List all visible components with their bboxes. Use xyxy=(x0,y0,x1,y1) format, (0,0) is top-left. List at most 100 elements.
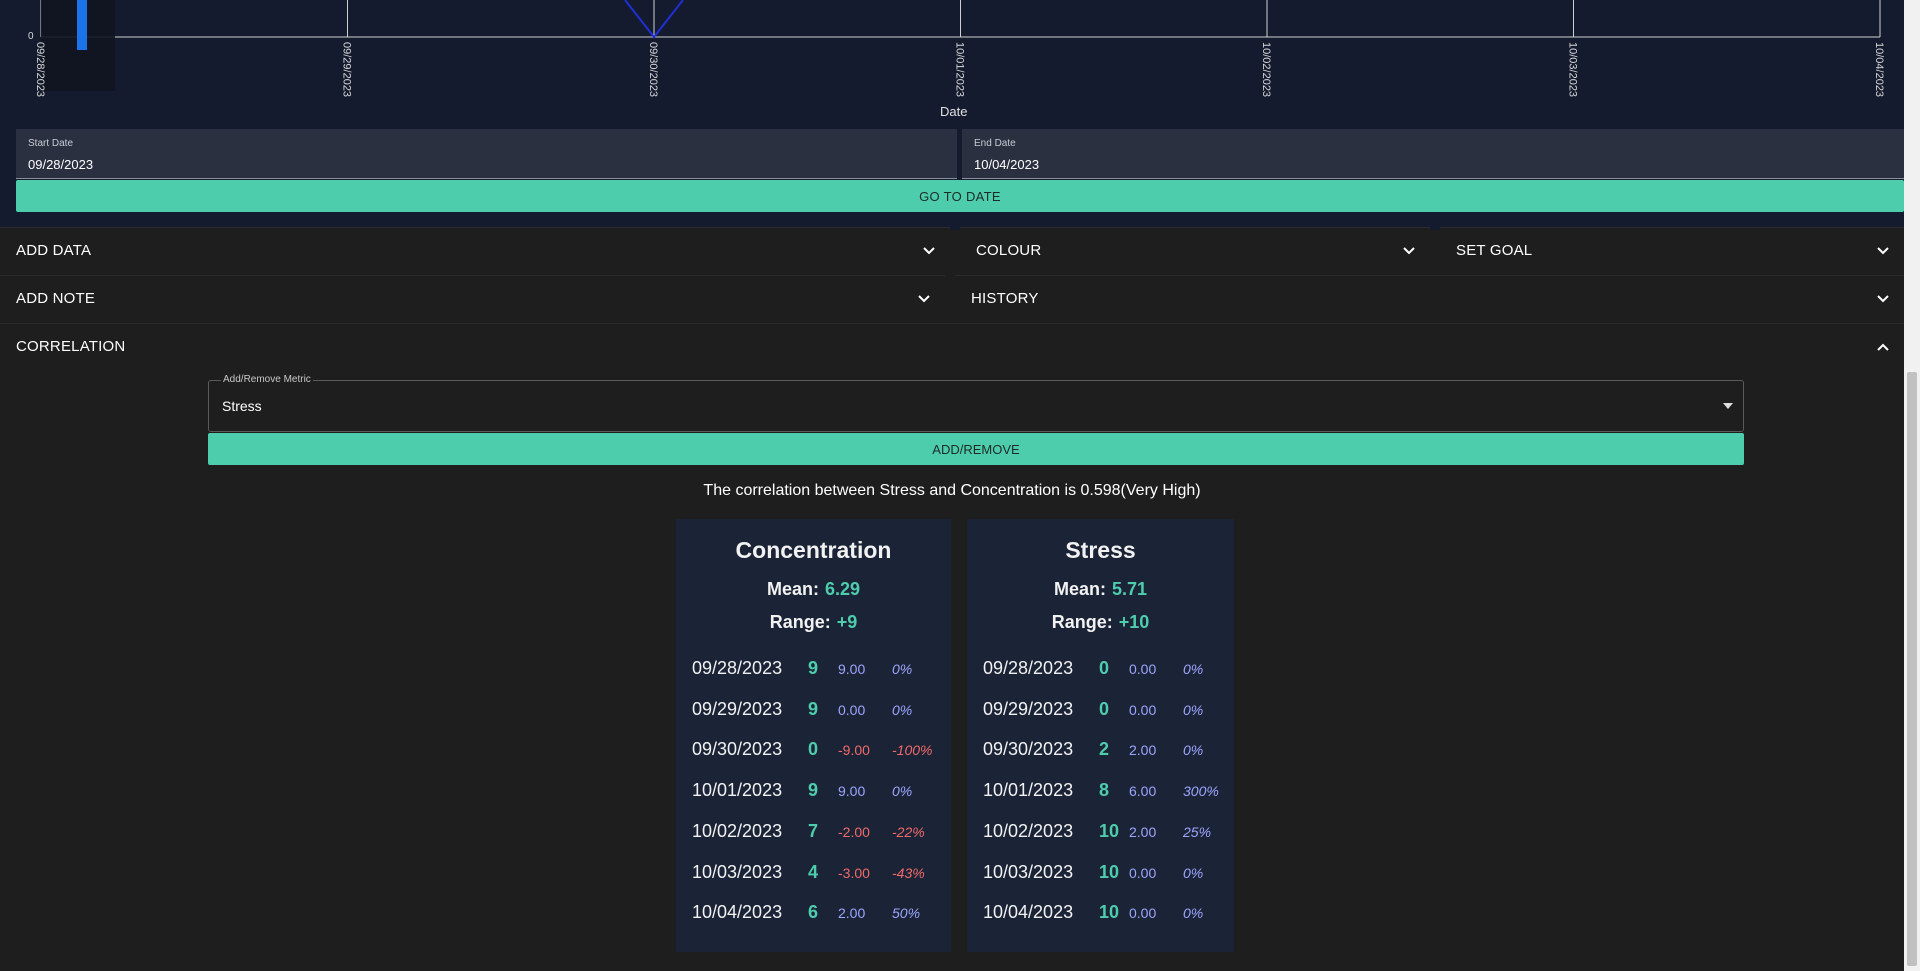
row-percent: -43% xyxy=(892,864,925,881)
row-percent: 0% xyxy=(1183,742,1204,759)
card-range: Range: +9 xyxy=(676,612,951,633)
row-percent: -22% xyxy=(892,823,925,840)
row-date: 09/28/2023 xyxy=(692,658,783,678)
row-date: 09/29/2023 xyxy=(692,698,783,719)
row-value: 7 xyxy=(808,820,819,841)
table-row: 10/01/2023 8 6.00 300% xyxy=(983,780,1219,810)
start-date-value[interactable]: 09/28/2023 xyxy=(28,157,93,172)
row-percent: 300% xyxy=(1183,783,1219,800)
row-change: -3.00 xyxy=(838,864,870,881)
x-tick-label: 09/29/2023 xyxy=(340,42,353,98)
row-value: 4 xyxy=(808,861,819,882)
table-row: 09/30/2023 0 -9.00 -100% xyxy=(692,739,932,769)
chevron-down-icon xyxy=(1876,244,1890,258)
row-date: 10/04/2023 xyxy=(983,902,1074,923)
card-mean: Mean: 6.29 xyxy=(676,579,951,600)
metric-select-value[interactable]: Stress xyxy=(222,398,262,414)
table-row: 09/28/2023 0 0.00 0% xyxy=(983,658,1203,688)
row-percent: 0% xyxy=(1183,864,1204,881)
row-change: -9.00 xyxy=(838,742,870,759)
row-value: 9 xyxy=(808,780,819,801)
table-row: 09/30/2023 2 2.00 0% xyxy=(983,739,1203,769)
row-percent: 25% xyxy=(1183,823,1212,840)
table-row: 10/03/2023 10 0.00 0% xyxy=(983,862,1203,892)
metric-select-label: Add/Remove Metric xyxy=(221,374,313,385)
metric-select[interactable]: Add/Remove Metric Stress xyxy=(208,374,1744,432)
row-percent: 50% xyxy=(892,905,921,922)
accordion-add-note[interactable]: ADD NOTE xyxy=(0,275,945,321)
row-date: 10/03/2023 xyxy=(983,861,1074,882)
chevron-down-icon xyxy=(922,244,936,258)
table-row: 10/03/2023 4 -3.00 -43% xyxy=(692,862,925,892)
end-date-value[interactable]: 10/04/2023 xyxy=(974,157,1039,172)
correlation-summary: The correlation between Stress and Conce… xyxy=(703,482,1201,499)
add-remove-button[interactable]: ADD/REMOVE xyxy=(208,433,1744,465)
accordion-set-goal[interactable]: SET GOAL xyxy=(1440,227,1904,273)
scrollbar-thumb[interactable] xyxy=(1907,372,1917,966)
accordion-add-note-title: ADD NOTE xyxy=(16,290,96,307)
row-percent: 0% xyxy=(892,783,913,800)
x-tick-label: 10/04/2023 xyxy=(1873,42,1885,98)
row-date: 10/01/2023 xyxy=(692,780,783,801)
row-change: 0.00 xyxy=(1129,701,1157,718)
row-date: 09/28/2023 xyxy=(983,658,1074,678)
row-change: 0.00 xyxy=(1129,864,1157,881)
start-date-label: Start Date xyxy=(28,138,74,149)
row-change: 0.00 xyxy=(1129,905,1157,922)
go-to-date-button[interactable]: GO TO DATE xyxy=(16,180,1904,212)
row-change: 6.00 xyxy=(1129,783,1157,800)
row-percent: 0% xyxy=(892,701,913,718)
mean-value: 5.71 xyxy=(1111,579,1148,599)
table-row: 10/02/2023 10 2.00 25% xyxy=(983,821,1211,851)
row-percent: 0% xyxy=(1183,661,1204,677)
row-change: 2.00 xyxy=(838,905,866,922)
row-date: 09/30/2023 xyxy=(983,739,1074,760)
chevron-up-icon xyxy=(1876,340,1890,354)
chart-area: 0 09/28/2023 09/29/2023 09/30/2023 10/01/20… xyxy=(0,0,1904,127)
chevron-down-icon xyxy=(917,292,931,306)
end-date-field[interactable]: End Date 10/04/2023 xyxy=(962,129,1904,179)
row-value: 9 xyxy=(808,698,819,719)
row-value: 8 xyxy=(1099,780,1110,801)
x-tick-label: 10/03/2023 xyxy=(1566,42,1579,98)
x-tick-label: 10/02/2023 xyxy=(1260,42,1272,98)
table-row: 09/29/2023 9 0.00 0% xyxy=(692,699,912,729)
mean-label: Mean: xyxy=(766,579,819,599)
start-date-field[interactable]: Start Date 09/28/2023 xyxy=(16,129,957,179)
row-change: 0.00 xyxy=(838,701,866,718)
card-title: Concentration xyxy=(735,537,892,563)
caret-down-icon[interactable] xyxy=(1723,403,1733,409)
row-change: 0.00 xyxy=(1129,661,1157,677)
end-date-label: End Date xyxy=(974,138,1016,149)
accordion-colour[interactable]: COLOUR xyxy=(960,227,1430,273)
row-value: 9 xyxy=(808,658,819,678)
row-date: 10/02/2023 xyxy=(983,820,1074,841)
y-axis-zero-label: 0 xyxy=(28,31,34,42)
page-scrollbar[interactable] xyxy=(1904,0,1920,971)
row-date: 10/01/2023 xyxy=(983,780,1074,801)
card-range: Range: +10 xyxy=(967,612,1234,633)
range-value: +10 xyxy=(1118,612,1150,632)
accordion-history[interactable]: HISTORY xyxy=(955,275,1904,321)
x-tick-label: 09/30/2023 xyxy=(647,42,659,98)
chevron-down-icon xyxy=(1876,292,1890,306)
mean-value: 6.29 xyxy=(824,579,861,599)
metric-card-concentration: Concentration Mean: 6.29 Range: +9 09/28/2… xyxy=(676,519,951,952)
table-row: 10/04/2023 10 0.00 0% xyxy=(983,902,1203,932)
table-row: 09/29/2023 0 0.00 0% xyxy=(983,699,1203,729)
card-mean: Mean: 5.71 xyxy=(967,579,1234,600)
accordion-set-goal-title: SET GOAL xyxy=(1456,242,1533,259)
x-tick-label: 09/28/2023 xyxy=(34,42,46,98)
row-percent: 0% xyxy=(1183,701,1204,718)
row-value: 0 xyxy=(808,739,819,760)
accordion-colour-title: COLOUR xyxy=(976,242,1042,259)
table-row: 10/02/2023 7 -2.00 -22% xyxy=(692,821,925,851)
accordion-correlation[interactable]: CORRELATION xyxy=(0,323,1904,369)
accordion-add-data[interactable]: ADD DATA xyxy=(0,227,950,273)
row-value: 0 xyxy=(1099,658,1110,678)
row-value: 0 xyxy=(1099,698,1110,719)
range-value: +9 xyxy=(836,612,858,632)
row-value: 10 xyxy=(1099,861,1120,882)
row-change: 9.00 xyxy=(838,661,866,677)
row-date: 10/02/2023 xyxy=(692,820,783,841)
